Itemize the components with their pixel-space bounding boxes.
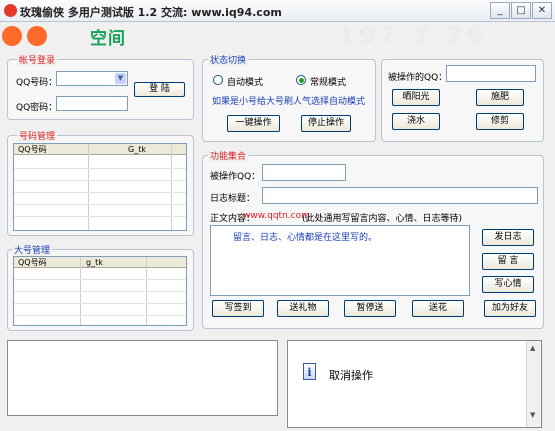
auto-mode-label[interactable]: 自动模式 — [227, 75, 263, 88]
one-click-button[interactable]: 一键操作 — [227, 115, 280, 132]
post-log-button[interactable]: 发日志 — [482, 229, 534, 246]
log-output-panel[interactable] — [7, 340, 278, 416]
scroll-down-icon[interactable]: ▼ — [530, 411, 535, 419]
qq-number-combobox[interactable]: ▼ — [56, 71, 128, 86]
column-header-gtk: G_tk — [128, 145, 146, 154]
target-qq-field[interactable] — [446, 65, 536, 82]
table-row[interactable] — [14, 192, 186, 193]
column-header-qq: QQ号码 — [18, 145, 47, 154]
info-icon: i — [303, 363, 316, 380]
stop-button[interactable]: 停止操作 — [301, 115, 351, 132]
prune-button[interactable]: 修剪 — [476, 113, 524, 130]
fertilize-button[interactable]: 施肥 — [476, 89, 524, 106]
site-watermark: www.qqtn.com — [243, 211, 310, 221]
water-button[interactable]: 浇水 — [392, 113, 440, 130]
log-title-field[interactable] — [262, 187, 538, 204]
add-friend-button[interactable]: 加为好友 — [484, 300, 536, 317]
message-button[interactable]: 留 言 — [482, 253, 534, 270]
brand-banner-text: 空间 — [90, 29, 126, 49]
status-panel[interactable]: i 取消操作 ▲ ▼ — [287, 340, 542, 428]
column-divider — [88, 144, 89, 230]
table-row[interactable] — [14, 204, 186, 205]
features-title: 功能集合 — [208, 149, 249, 162]
account-list-header: QQ号码 G_tk — [14, 144, 186, 155]
normal-mode-label[interactable]: 常规模式 — [310, 75, 346, 88]
status-switch-title: 状态切换 — [208, 53, 249, 66]
qq-password-field[interactable] — [56, 96, 128, 111]
mood-button[interactable]: 写心情 — [482, 276, 534, 293]
big-account-title: 大号管理 — [12, 243, 53, 256]
sign-button[interactable]: 写签到 — [212, 300, 264, 317]
content-textarea[interactable]: 留言、日志、心情都是在这里写的。 — [210, 225, 470, 296]
column-divider — [171, 144, 172, 230]
mode-hint-text: 如果是小号给大号刷人气选择自动模式 — [212, 97, 366, 107]
log-title-label: 日志标题： — [210, 194, 256, 204]
content-text: 留言、日志、心情都是在这里写的。 — [233, 233, 378, 243]
background-watermark: 197 Y 79 — [338, 22, 488, 50]
heart-logo-icon — [2, 26, 22, 46]
table-row[interactable] — [14, 279, 186, 280]
qq-number-label: QQ号码： — [16, 78, 58, 88]
vertical-scrollbar[interactable]: ▲ ▼ — [526, 341, 541, 427]
app-rose-icon — [4, 4, 17, 17]
qq-password-label: QQ密码： — [16, 103, 58, 113]
table-row[interactable] — [14, 168, 186, 169]
maximize-button[interactable]: □ — [511, 2, 531, 19]
gift-button[interactable]: 送礼物 — [277, 300, 329, 317]
table-row[interactable] — [14, 315, 186, 316]
window-title: 玫瑰偷侠 多用户测试版 1.2 交流: www.iq94.com — [20, 6, 282, 19]
close-button[interactable]: ✕ — [532, 2, 552, 19]
big-account-list[interactable]: QQ号码 g_tk — [13, 256, 187, 326]
content-note: (此处通用写留言内容、心情、日志等待) — [302, 214, 463, 224]
normal-mode-radio[interactable] — [296, 75, 306, 85]
scroll-up-icon[interactable]: ▲ — [530, 344, 535, 352]
target-qq-label: 被操作的QQ： — [388, 73, 448, 83]
table-row[interactable] — [14, 180, 186, 181]
flower-button[interactable]: 送花 — [412, 300, 464, 317]
chevron-down-icon[interactable]: ▼ — [115, 73, 126, 84]
account-login-title: 帐号登录 — [17, 53, 58, 66]
table-row[interactable] — [14, 216, 186, 217]
minimize-button[interactable]: _ — [490, 2, 510, 19]
account-list[interactable]: QQ号码 G_tk — [13, 143, 187, 231]
table-row[interactable] — [14, 291, 186, 292]
pause-button[interactable]: 暂停送 — [344, 300, 396, 317]
big-account-list-header: QQ号码 g_tk — [14, 257, 186, 268]
column-header-qq: QQ号码 — [18, 258, 47, 267]
column-header-gtk: g_tk — [86, 258, 103, 267]
table-row[interactable] — [14, 303, 186, 304]
feature-target-qq-field[interactable] — [262, 164, 346, 181]
status-text: 取消操作 — [329, 369, 373, 382]
target-qq-label-2: 被操作QQ： — [210, 172, 261, 182]
heart-logo-icon — [27, 26, 47, 46]
sunshine-button[interactable]: 晒阳光 — [392, 89, 440, 106]
auto-mode-radio[interactable] — [213, 75, 223, 85]
account-manage-title: 号码管理 — [17, 129, 58, 142]
login-button[interactable]: 登 陆 — [134, 82, 185, 97]
